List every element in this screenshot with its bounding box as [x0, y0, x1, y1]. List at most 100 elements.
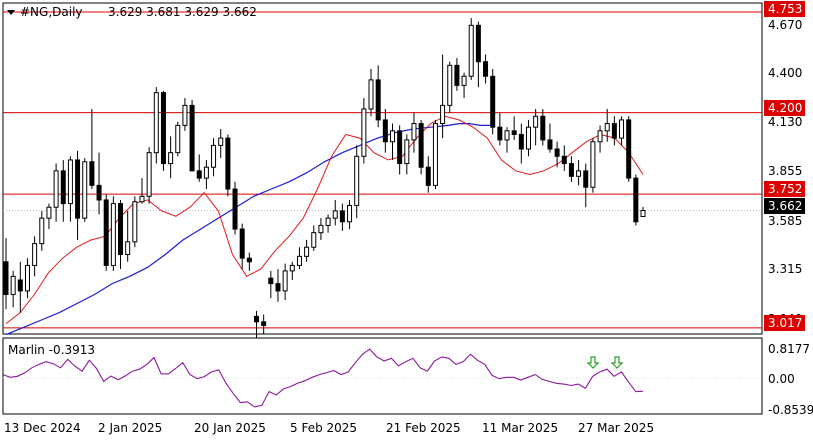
candle-body [525, 126, 531, 150]
candle-body [24, 264, 30, 292]
candle-body [39, 217, 45, 245]
candle-body [289, 264, 295, 272]
candle-body [640, 210, 646, 218]
indicator-tick: 0.8177 [768, 342, 810, 356]
candle-body [368, 79, 374, 110]
candle-body [103, 199, 109, 266]
candle-body [490, 75, 496, 128]
candle-body [125, 241, 131, 256]
candle-body [576, 170, 582, 177]
date-tick: 13 Dec 2024 [4, 421, 81, 435]
candle-body [196, 170, 202, 179]
date-tick: 11 Mar 2025 [482, 421, 558, 435]
candle-body [440, 104, 446, 125]
candle-body [597, 130, 603, 143]
candle-body [382, 119, 388, 143]
candle-body [425, 166, 431, 186]
candle-body [590, 141, 596, 188]
candle-body [67, 159, 73, 205]
candle-body [239, 228, 245, 259]
indicator-tick: -0.8539 [768, 403, 813, 417]
candle-body [361, 108, 367, 157]
price-tick: 3.855 [768, 164, 802, 178]
candle-body [254, 315, 260, 323]
candle-body [261, 321, 267, 326]
candle-body [554, 148, 560, 157]
candle-body [75, 159, 81, 219]
candle-body [203, 166, 209, 179]
price-chart[interactable]: #NG,Daily 3.629 3.681 3.629 3.662 4.670 … [0, 0, 813, 441]
candle-body [246, 257, 252, 263]
candle-body [547, 139, 553, 150]
date-axis: 13 Dec 2024 2 Jan 2025 20 Jan 2025 5 Feb… [4, 421, 654, 435]
candle-body [626, 119, 632, 179]
candle-body [304, 246, 310, 257]
candle-body [10, 275, 16, 296]
candle-body [468, 24, 474, 77]
candle-body [232, 188, 238, 230]
date-tick: 21 Feb 2025 [386, 421, 461, 435]
candle-body [418, 123, 424, 168]
candle-body [375, 79, 381, 121]
symbol-header: #NG,Daily 3.629 3.681 3.629 3.662 [7, 5, 257, 19]
level-badge-4753: 4.753 [768, 2, 802, 16]
candle-body [332, 210, 338, 219]
price-tick: 3.315 [768, 262, 802, 276]
candle-body [504, 130, 510, 141]
candle-body [354, 155, 360, 206]
candle-body [60, 170, 66, 205]
candle-body [153, 92, 159, 154]
candle-body [296, 255, 302, 266]
candle-body [611, 123, 617, 139]
candle-body [483, 61, 489, 77]
candle-body [168, 152, 174, 165]
candle-body [475, 24, 481, 63]
candle-body [139, 195, 145, 203]
candle-body [518, 133, 524, 150]
level-badge-3752: 3.752 [768, 182, 802, 196]
candle-body [282, 270, 288, 292]
current-price-badge: 3.662 [768, 199, 802, 213]
symbol-label: #NG,Daily [20, 5, 83, 19]
price-tick: 4.130 [768, 115, 802, 129]
candle-body [461, 75, 467, 86]
candle-body [325, 217, 331, 226]
level-badge-4200: 4.200 [768, 101, 802, 115]
candle-body [146, 152, 152, 197]
candle-body [89, 161, 95, 186]
candle-body [533, 115, 539, 128]
candle-body [82, 161, 88, 219]
candle-body [17, 279, 23, 292]
date-tick: 27 Mar 2025 [578, 421, 654, 435]
candle-body [604, 123, 610, 132]
candle-body [110, 203, 116, 266]
candle-body [404, 139, 410, 165]
candle-body [389, 130, 395, 143]
date-tick: 2 Jan 2025 [98, 421, 162, 435]
candle-body [540, 115, 546, 141]
candle-body [118, 203, 124, 256]
candle-body [339, 210, 345, 223]
candle-body [511, 130, 517, 135]
candle-body [411, 123, 417, 141]
candle-body [225, 137, 231, 190]
date-tick: 20 Jan 2025 [194, 421, 266, 435]
price-tick: 3.585 [768, 214, 802, 228]
date-tick: 5 Feb 2025 [290, 421, 357, 435]
ohlc-values: 3.629 3.681 3.629 3.662 [108, 5, 257, 19]
candle-body [397, 130, 403, 165]
candle-body [318, 224, 324, 234]
candle-body [583, 170, 589, 188]
candle-body [46, 206, 52, 219]
indicator-tick: 0.00 [768, 372, 795, 386]
candle-body [96, 184, 102, 201]
candle-body [561, 155, 567, 165]
candle-body [311, 232, 317, 248]
candle-body [182, 104, 188, 126]
candle-body [175, 124, 181, 154]
candle-body [160, 92, 166, 165]
candle-body [347, 204, 353, 223]
candle-body [619, 119, 625, 139]
candle-body [132, 201, 138, 243]
price-tick: 4.670 [768, 18, 802, 32]
